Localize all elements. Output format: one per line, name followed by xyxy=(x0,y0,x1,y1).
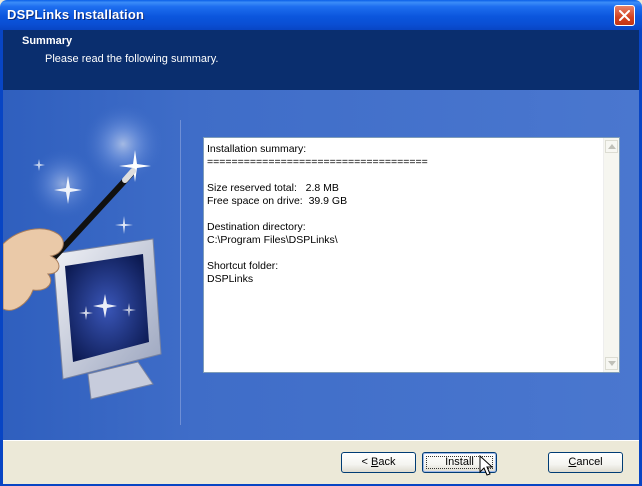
cancel-button[interactable]: Cancel xyxy=(548,452,623,473)
summary-heading: Installation summary: xyxy=(207,143,307,155)
cancel-label-rest: ancel xyxy=(576,456,603,468)
wizard-wand-monitor-illustration xyxy=(3,104,163,400)
size-value: 2.8 MB xyxy=(305,182,339,194)
back-label-rest: ack xyxy=(378,456,396,468)
mouse-cursor-icon xyxy=(479,455,493,476)
summary-separator: ==================================== xyxy=(207,156,428,168)
back-button[interactable]: < Back xyxy=(341,452,416,473)
installer-window: DSPLinks Installation Summary Please rea… xyxy=(0,0,642,486)
window-title: DSPLinks Installation xyxy=(7,7,145,22)
shortcut-label: Shortcut folder: xyxy=(207,260,279,272)
page-subtitle: Please read the following summary. xyxy=(45,53,219,65)
page-title: Summary xyxy=(22,35,73,47)
scroll-down-button[interactable] xyxy=(605,357,618,370)
scroll-up-icon xyxy=(608,144,616,149)
destination-label: Destination directory: xyxy=(207,221,306,233)
free-space-value: 39.9 GB xyxy=(308,195,348,207)
size-label: Size reserved total: xyxy=(207,182,297,194)
summary-textbox[interactable]: Installation summary: ==================… xyxy=(203,137,620,373)
close-button[interactable] xyxy=(614,5,635,26)
wizard-header: Summary Please read the following summar… xyxy=(3,30,639,90)
title-bar[interactable]: DSPLinks Installation xyxy=(0,0,642,30)
wizard-body: Installation summary: ==================… xyxy=(3,90,639,440)
destination-value: C:\Program Files\DSPLinks\ xyxy=(207,234,338,246)
scroll-down-icon xyxy=(608,361,616,366)
free-space-label: Free space on drive: xyxy=(207,195,303,207)
wizard-footer: < Back Install Cancel xyxy=(3,440,639,484)
vertical-scrollbar[interactable] xyxy=(603,138,619,372)
scroll-up-button[interactable] xyxy=(605,140,618,153)
back-prefix: < xyxy=(361,456,371,468)
shortcut-value: DSPLinks xyxy=(207,273,254,285)
close-icon xyxy=(619,10,630,21)
summary-content: Installation summary: ==================… xyxy=(207,143,428,286)
